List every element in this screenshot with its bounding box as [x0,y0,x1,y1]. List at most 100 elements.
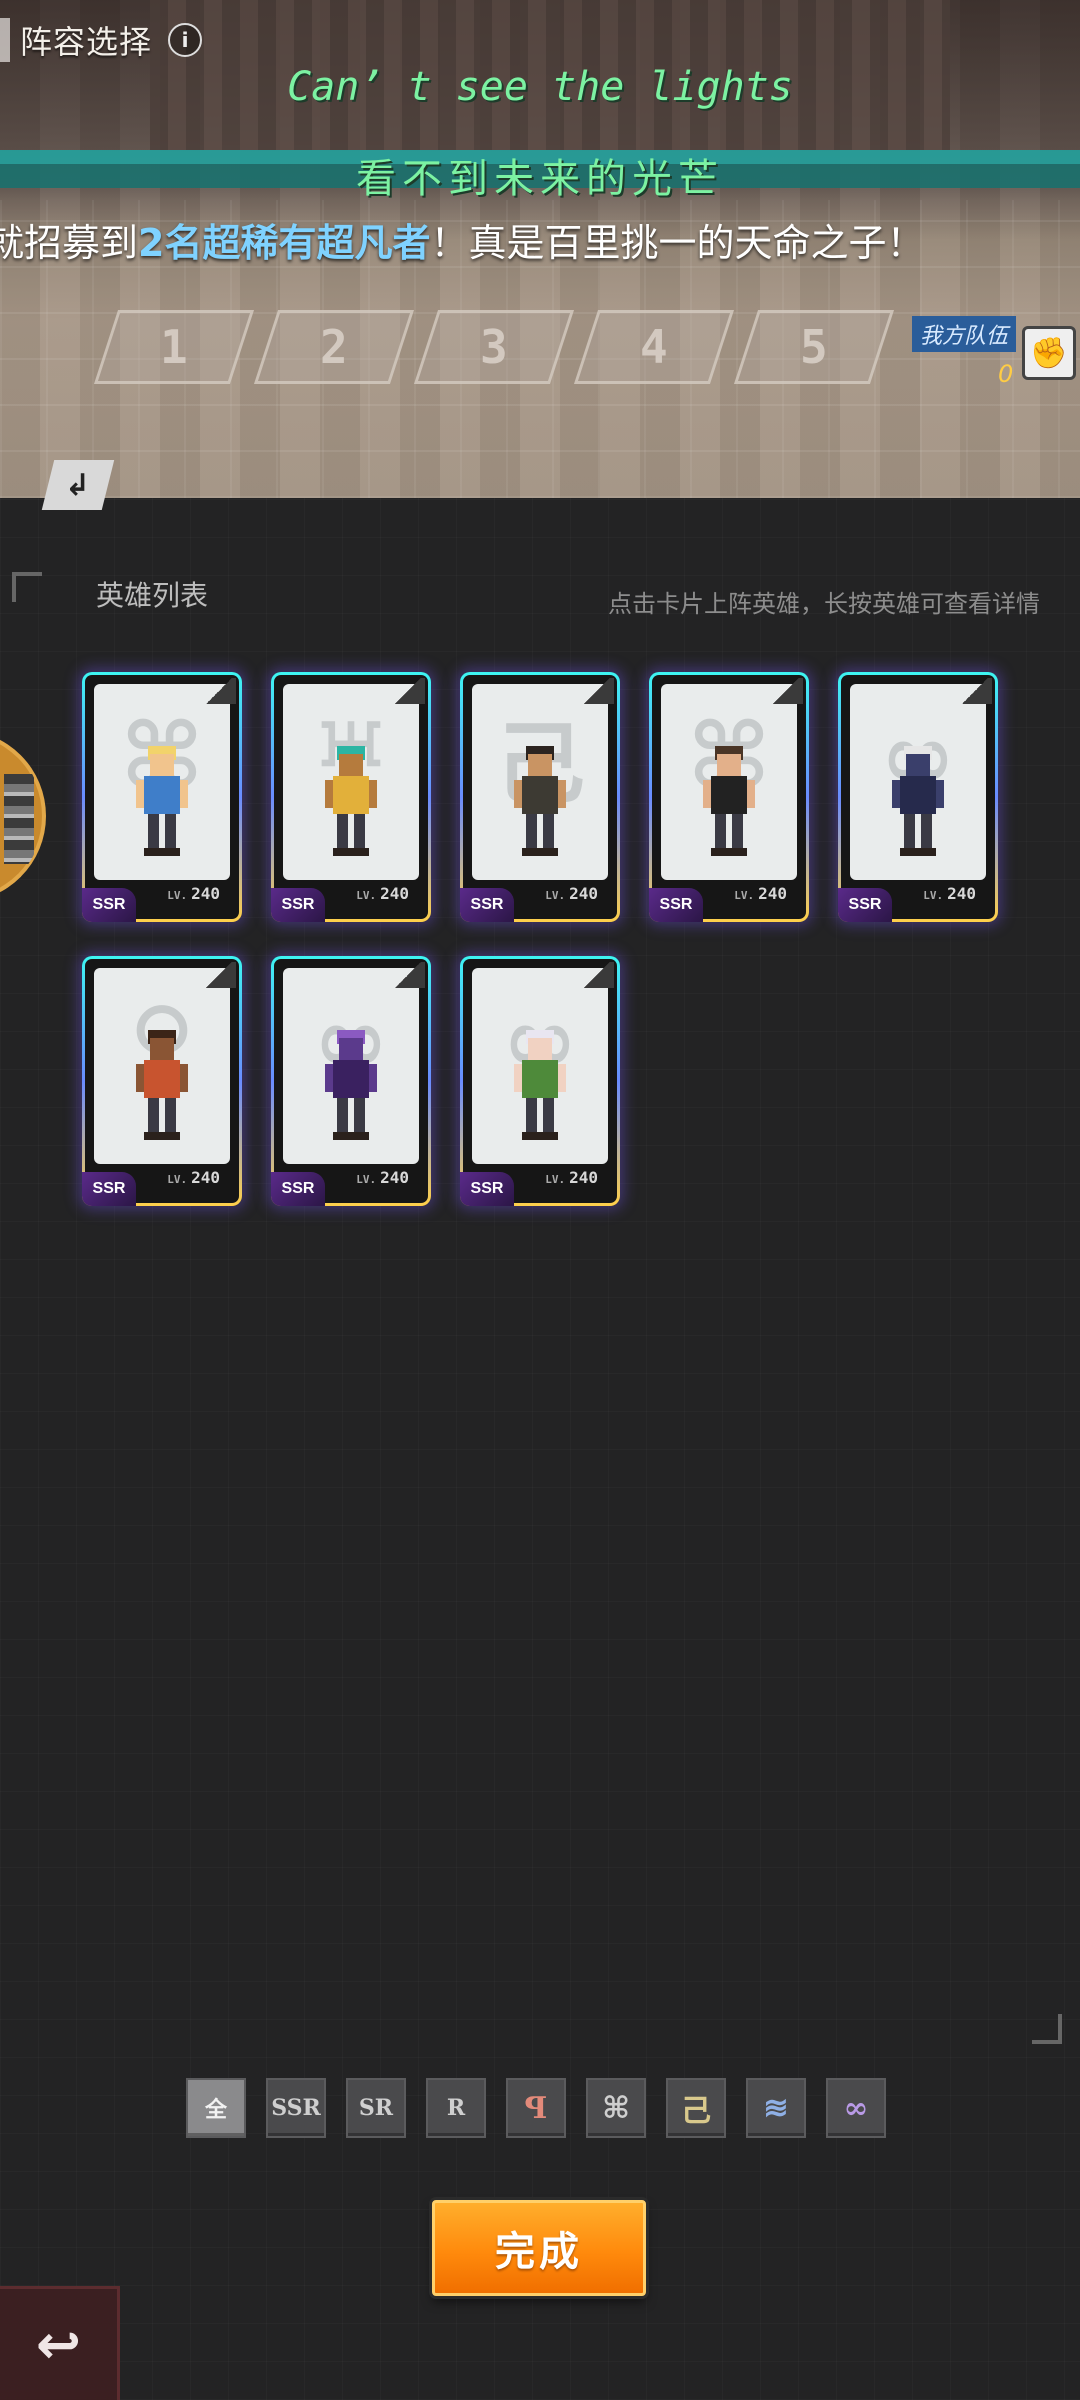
sprite-leg-right [354,1098,365,1134]
level-value: 240 [569,1168,598,1187]
shadow-beast-hero-card[interactable]: ∞ LV.240 SSR [838,672,998,922]
card-corner-notch [769,678,803,704]
card-corner-notch [580,678,614,704]
filter-faction-4-icon[interactable]: ≋ [746,2078,806,2138]
sprite-feet [144,848,180,856]
level-prefix: LV. [167,1173,188,1186]
filter-ssr[interactable]: SSR [266,2078,326,2138]
sprite-body [333,776,369,814]
team-select-screen: 阵容选择 i Can’ t see the lights 看不到未来的光芒 就招… [0,0,1080,2400]
card-art: 己 [472,684,608,880]
sprite-leg-right [921,814,932,850]
golden-pharaoh-hero-card[interactable]: ♅ LV.240 SSR [271,672,431,922]
hero-level: LV. 240 [923,884,976,903]
banner-prefix: 就招募到 [0,221,139,265]
filter-faction-3-icon[interactable]: 己 [666,2078,726,2138]
rarity-badge: SSR [460,1172,514,1206]
level-prefix: LV. [734,889,755,902]
purple-dragon-hero-card[interactable]: ∞ LV.240 SSR [271,956,431,1206]
sprite-leg-left [715,814,726,850]
title-marker [0,18,10,62]
sprite-leg-left [904,814,915,850]
info-icon[interactable]: i [168,23,203,57]
sprite-arm-left [892,780,900,808]
slot-number: 3 [480,320,508,374]
fist-icon[interactable]: ✊ [1022,326,1076,380]
sprite-arm-right [180,780,188,808]
formation-slot-5[interactable]: 5 [733,310,895,384]
level-prefix: LV. [545,889,566,902]
axe-warrior-hero-card[interactable]: 己 LV.240 SSR [460,672,620,922]
sprite-arm-right [558,780,566,808]
sprite-leg-right [165,1098,176,1134]
card-art: ⌘ [94,684,230,880]
swap-arrow-icon[interactable]: ↲ [41,460,115,510]
sprite-arm-right [558,1064,566,1092]
slot-number: 2 [320,320,348,374]
suited-gentleman-hero-card[interactable]: ⌘ LV.240 SSR [649,672,809,922]
rarity-badge: SSR [460,888,514,922]
slot-number: 1 [160,320,188,374]
naga-maiden-hero-card[interactable]: ∞ LV.240 SSR [460,956,620,1206]
page-title: 阵容选择 [20,23,153,61]
filter-faction-2-icon[interactable]: ⌘ [586,2078,646,2138]
sprite-feet [144,1132,180,1140]
sprite-arm-left [514,780,522,808]
sprite-arm-right [180,1064,188,1092]
sprite-feet [711,848,747,856]
hero-list-title: 英雄列表 [96,579,209,612]
hero-sprite [325,746,377,856]
portrait-figure [4,774,34,864]
level-value: 240 [380,1168,409,1187]
level-value: 240 [191,884,220,903]
hero-sprite [892,746,944,856]
card-art: ♅ [283,684,419,880]
formation-slot-3[interactable]: 3 [413,310,575,384]
filter-all[interactable]: 全 [186,2078,246,2138]
tribal-girl-hero-card[interactable]: ♀ LV.240 SSR [82,956,242,1206]
level-value: 240 [758,884,787,903]
rarity-badge: SSR [82,888,136,922]
filter-r[interactable]: R [426,2078,486,2138]
sprite-leg-right [354,814,365,850]
filter-sr[interactable]: SR [346,2078,406,2138]
sprite-leg-right [732,814,743,850]
hero-sprite [514,1030,566,1140]
card-art: ∞ [472,968,608,1164]
hero-level: LV. 240 [356,1168,409,1187]
sprite-head [150,754,174,776]
level-value: 240 [191,1168,220,1187]
card-corner-notch [391,678,425,704]
sprite-leg-left [337,1098,348,1134]
cowgirl-hero-card[interactable]: ⌘ LV.240 SSR [82,672,242,922]
sprite-head [528,1038,552,1060]
sprite-head [906,754,930,776]
card-art: ∞ [283,968,419,1164]
recruit-banner: 就招募到2名超稀有超凡者！真是百里挑一的天命之子！ [0,212,1080,276]
sprite-arm-left [703,780,711,808]
sprite-head [528,754,552,776]
sprite-feet [522,848,558,856]
formation-slot-1[interactable]: 1 [93,310,255,384]
lyric-english: Can’ t see the lights [287,64,793,110]
hero-sprite [703,746,755,856]
sprite-leg-right [543,1098,554,1134]
card-art: ♀ [94,968,230,1164]
done-button[interactable]: 完成 [432,2200,646,2296]
card-art: ⌘ [661,684,797,880]
sprite-arm-left [136,780,144,808]
formation-slot-2[interactable]: 2 [253,310,415,384]
back-arrow-icon[interactable]: ↩ [0,2286,120,2400]
panel-corner-bottom-right [1032,2014,1062,2044]
filter-faction-5-icon[interactable]: ∞ [826,2078,886,2138]
sprite-body [900,776,936,814]
filter-faction-1-icon[interactable]: ꟼ [506,2078,566,2138]
formation-slot-4[interactable]: 4 [573,310,735,384]
card-corner-notch [958,678,992,704]
level-prefix: LV. [545,1173,566,1186]
card-corner-notch [391,962,425,988]
our-team-label: 我方队伍 [912,316,1017,352]
sprite-feet [900,848,936,856]
level-value: 240 [380,884,409,903]
slot-number: 5 [800,320,828,374]
